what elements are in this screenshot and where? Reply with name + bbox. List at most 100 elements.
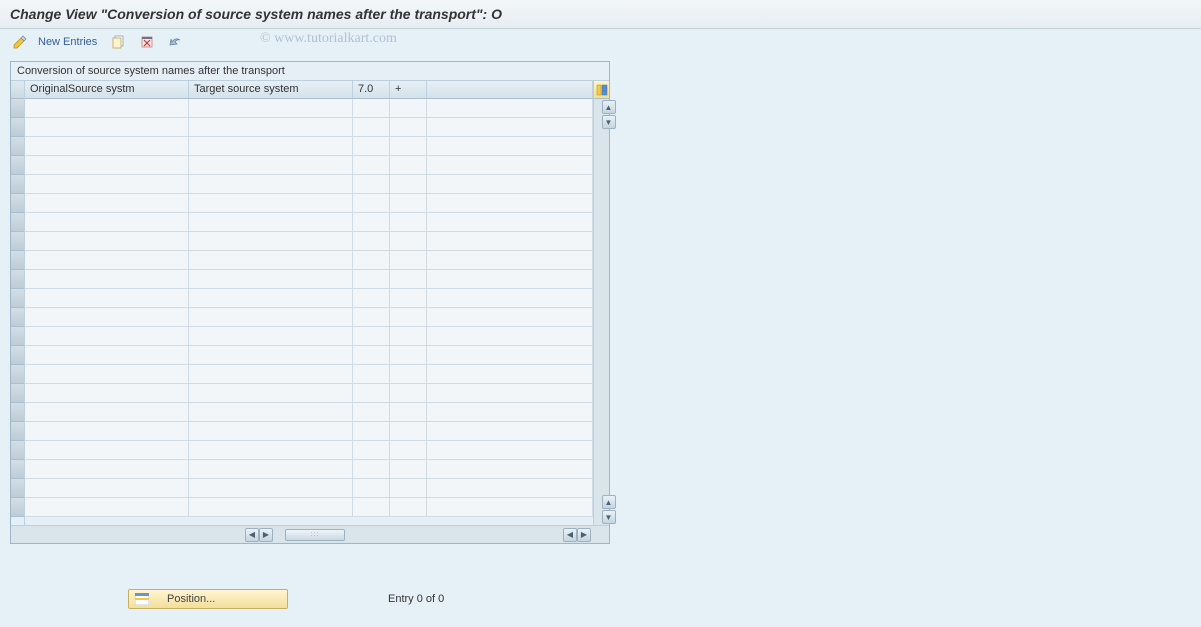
row-selector[interactable] (11, 213, 24, 232)
table-cell[interactable] (353, 270, 390, 288)
table-cell[interactable] (427, 232, 593, 250)
scroll-left-icon[interactable]: ◀ (245, 528, 259, 542)
table-cell[interactable] (189, 498, 353, 516)
table-cell[interactable] (353, 232, 390, 250)
row-selector[interactable] (11, 460, 24, 479)
row-selector[interactable] (11, 384, 24, 403)
table-cell[interactable] (427, 384, 593, 402)
table-cell[interactable] (427, 479, 593, 497)
table-cell[interactable] (353, 213, 390, 231)
table-cell[interactable] (353, 99, 390, 117)
table-cell[interactable] (390, 232, 427, 250)
table-cell[interactable] (427, 137, 593, 155)
table-cell[interactable] (25, 346, 189, 364)
row-selector-header[interactable] (11, 81, 24, 99)
col-70[interactable]: 7.0 (353, 81, 390, 98)
hscroll-thumb[interactable]: ::: (285, 529, 345, 541)
table-cell[interactable] (427, 365, 593, 383)
table-cell[interactable] (189, 403, 353, 421)
row-selector[interactable] (11, 346, 24, 365)
table-cell[interactable] (353, 460, 390, 478)
table-cell[interactable] (390, 308, 427, 326)
table-cell[interactable] (390, 137, 427, 155)
table-cell[interactable] (189, 422, 353, 440)
table-cell[interactable] (353, 422, 390, 440)
table-cell[interactable] (25, 365, 189, 383)
table-cell[interactable] (390, 384, 427, 402)
scroll-up-bottom-icon[interactable]: ▲ (602, 495, 616, 509)
table-cell[interactable] (390, 156, 427, 174)
edit-icon[interactable] (10, 33, 30, 51)
table-cell[interactable] (25, 384, 189, 402)
scroll-left-end-icon[interactable]: ◀ (563, 528, 577, 542)
table-cell[interactable] (25, 441, 189, 459)
table-cell[interactable] (390, 498, 427, 516)
table-cell[interactable] (353, 403, 390, 421)
row-selector[interactable] (11, 194, 24, 213)
table-cell[interactable] (353, 289, 390, 307)
row-selector[interactable] (11, 498, 24, 517)
table-cell[interactable] (427, 346, 593, 364)
table-cell[interactable] (427, 327, 593, 345)
table-cell[interactable] (390, 118, 427, 136)
table-cell[interactable] (427, 213, 593, 231)
row-selector[interactable] (11, 289, 24, 308)
row-selector[interactable] (11, 156, 24, 175)
table-cell[interactable] (189, 346, 353, 364)
table-cell[interactable] (189, 118, 353, 136)
table-cell[interactable] (25, 308, 189, 326)
scroll-right-end-icon[interactable]: ▶ (577, 528, 591, 542)
row-selector[interactable] (11, 441, 24, 460)
table-cell[interactable] (390, 346, 427, 364)
scroll-up-icon[interactable]: ▲ (602, 100, 616, 114)
table-cell[interactable] (25, 99, 189, 117)
row-selector[interactable] (11, 118, 24, 137)
table-cell[interactable] (189, 479, 353, 497)
table-cell[interactable] (390, 422, 427, 440)
col-plus[interactable]: + (390, 81, 427, 98)
delete-icon[interactable] (137, 33, 157, 51)
table-cell[interactable] (353, 365, 390, 383)
table-cell[interactable] (353, 441, 390, 459)
table-cell[interactable] (189, 213, 353, 231)
table-config-icon[interactable] (594, 81, 609, 99)
table-cell[interactable] (390, 289, 427, 307)
table-cell[interactable] (353, 308, 390, 326)
table-cell[interactable] (189, 365, 353, 383)
table-cell[interactable] (189, 308, 353, 326)
table-cell[interactable] (427, 441, 593, 459)
table-cell[interactable] (427, 498, 593, 516)
table-cell[interactable] (189, 194, 353, 212)
table-cell[interactable] (353, 194, 390, 212)
table-cell[interactable] (427, 175, 593, 193)
table-cell[interactable] (189, 175, 353, 193)
table-cell[interactable] (427, 308, 593, 326)
table-cell[interactable] (390, 460, 427, 478)
table-cell[interactable] (353, 251, 390, 269)
table-cell[interactable] (25, 327, 189, 345)
table-cell[interactable] (390, 403, 427, 421)
table-cell[interactable] (390, 270, 427, 288)
table-cell[interactable] (189, 460, 353, 478)
table-cell[interactable] (25, 232, 189, 250)
table-cell[interactable] (189, 156, 353, 174)
table-cell[interactable] (189, 327, 353, 345)
row-selector[interactable] (11, 137, 24, 156)
table-cell[interactable] (189, 99, 353, 117)
col-original-source[interactable]: OriginalSource systm (25, 81, 189, 98)
table-cell[interactable] (25, 194, 189, 212)
col-target-source[interactable]: Target source system (189, 81, 353, 98)
row-selector[interactable] (11, 251, 24, 270)
table-cell[interactable] (353, 137, 390, 155)
row-selector[interactable] (11, 327, 24, 346)
row-selector[interactable] (11, 403, 24, 422)
table-cell[interactable] (189, 232, 353, 250)
table-cell[interactable] (353, 156, 390, 174)
table-cell[interactable] (25, 422, 189, 440)
row-selector[interactable] (11, 365, 24, 384)
table-cell[interactable] (25, 479, 189, 497)
table-cell[interactable] (25, 270, 189, 288)
table-cell[interactable] (25, 213, 189, 231)
table-cell[interactable] (390, 479, 427, 497)
table-cell[interactable] (25, 137, 189, 155)
